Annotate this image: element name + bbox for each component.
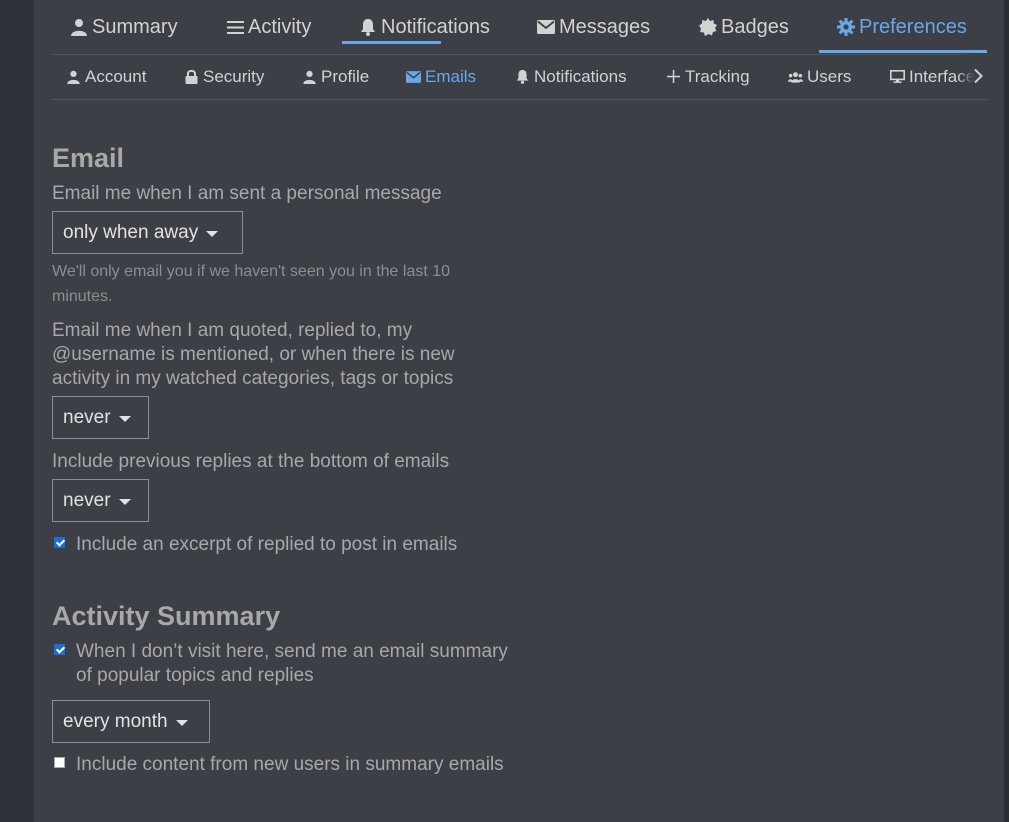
mentions-label: Email me when I am quoted, replied to, m…	[52, 320, 455, 389]
tab-badges[interactable]: Badges	[699, 0, 789, 54]
subtab-tracking[interactable]: Tracking	[666, 54, 750, 99]
previous-replies-select[interactable]: never	[52, 479, 149, 522]
user-icon	[70, 18, 88, 36]
tab-preferences[interactable]: Preferences	[837, 0, 967, 54]
plus-icon	[666, 69, 681, 84]
primary-nav: Summary Activity Notifications Messages …	[52, 0, 987, 55]
tab-summary[interactable]: Summary	[70, 0, 178, 54]
personal-message-label: Email me when I am sent a personal messa…	[52, 183, 442, 204]
previous-replies-label: Include previous replies at the bottom o…	[52, 451, 450, 472]
secondary-nav: Account Security Profile Emails Notifica…	[52, 54, 987, 100]
users-icon	[788, 69, 803, 84]
tab-label: Preferences	[859, 15, 967, 38]
subtab-label: Tracking	[685, 66, 750, 86]
subtab-label: Users	[807, 66, 852, 86]
envelope-icon	[537, 18, 555, 36]
caret-down-icon	[206, 230, 219, 237]
tab-activity[interactable]: Activity	[226, 0, 311, 54]
bell-icon	[515, 69, 530, 84]
envelope-icon	[406, 69, 421, 84]
email-heading: Email	[52, 143, 125, 173]
desktop-icon	[890, 69, 905, 84]
select-value: every month	[63, 710, 168, 732]
new-users-checkbox[interactable]	[54, 757, 65, 768]
personal-message-select[interactable]: only when away	[52, 211, 243, 254]
user-icon	[302, 69, 317, 84]
tab-label: Notifications	[381, 15, 490, 38]
tab-messages[interactable]: Messages	[537, 0, 650, 54]
gear-icon	[837, 18, 855, 36]
select-value: never	[63, 489, 111, 511]
main-panel	[34, 0, 1004, 822]
bell-icon	[359, 18, 377, 36]
subtab-emails[interactable]: Emails	[406, 54, 476, 99]
subtab-profile[interactable]: Profile	[302, 54, 369, 99]
caret-down-icon	[118, 415, 131, 422]
select-value: only when away	[63, 221, 199, 243]
caret-down-icon	[118, 498, 131, 505]
excerpt-checkbox[interactable]	[54, 537, 65, 548]
caret-down-icon	[175, 719, 188, 726]
active-subtab-indicator	[342, 41, 441, 44]
excerpt-label: Include an excerpt of replied to post in…	[76, 534, 458, 555]
tab-label: Activity	[248, 15, 312, 38]
digest-label: When I don’t visit here, send me an emai…	[76, 641, 508, 686]
subtab-label: Security	[203, 66, 265, 86]
tab-label: Summary	[92, 15, 178, 38]
left-gutter	[0, 0, 34, 822]
subtab-users[interactable]: Users	[788, 54, 851, 99]
tab-label: Badges	[721, 15, 789, 38]
subtab-notifications[interactable]: Notifications	[515, 54, 627, 99]
active-tab-indicator	[819, 50, 987, 53]
new-users-label: Include content from new users in summar…	[76, 754, 504, 775]
badge-icon	[699, 18, 717, 36]
subtab-label: Notifications	[534, 66, 627, 86]
digest-frequency-select[interactable]: every month	[52, 700, 210, 743]
digest-checkbox[interactable]	[54, 644, 65, 655]
digest-option: When I don’t visit here, send me an emai…	[52, 640, 512, 688]
select-value: never	[63, 406, 111, 428]
chevron-right-icon[interactable]	[970, 64, 986, 88]
user-icon	[66, 69, 81, 84]
new-users-option: Include content from new users in summar…	[52, 753, 512, 777]
tab-label: Messages	[559, 15, 651, 38]
lock-icon	[184, 69, 199, 84]
personal-message-help: We'll only email you if we haven't seen …	[52, 263, 451, 305]
mentions-select[interactable]: never	[52, 396, 149, 439]
subtab-label: Emails	[425, 66, 477, 86]
list-icon	[226, 18, 244, 36]
subtab-account[interactable]: Account	[66, 54, 146, 99]
excerpt-option: Include an excerpt of replied to post in…	[52, 533, 512, 557]
activity-summary-heading: Activity Summary	[52, 601, 281, 631]
right-edge	[1004, 0, 1009, 822]
tab-notifications[interactable]: Notifications	[359, 0, 490, 54]
subtab-label: Account	[85, 66, 147, 86]
subtab-security[interactable]: Security	[184, 54, 264, 99]
subtab-label: Profile	[321, 66, 370, 86]
